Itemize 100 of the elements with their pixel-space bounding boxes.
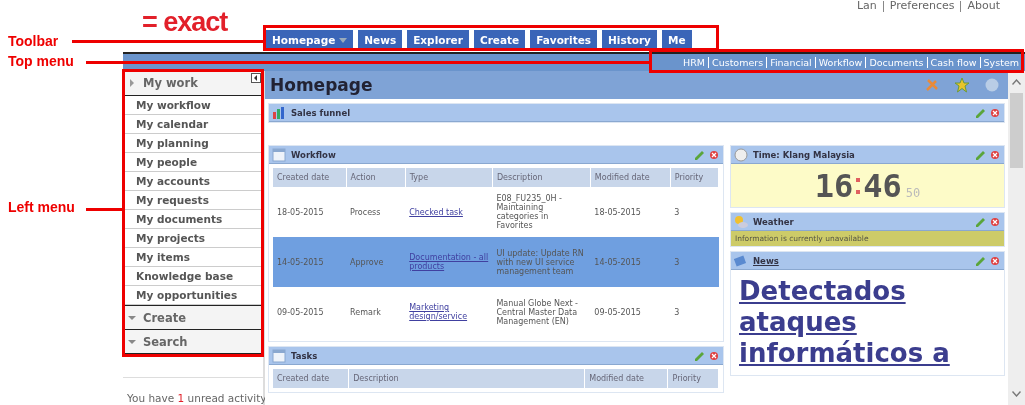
- widget-title: Time: Klang Malaysia: [753, 149, 855, 160]
- menu-item[interactable]: My requests: [123, 191, 263, 210]
- table-cell: E08_FU235_0H - Maintaining categories in Favorites: [492, 187, 591, 237]
- table-cell: 14-05-2015: [273, 237, 347, 287]
- toolbar-tab[interactable]: Create: [473, 30, 526, 50]
- top-menu-link[interactable]: Cash flow: [930, 57, 977, 68]
- collapse-icon[interactable]: [251, 73, 261, 83]
- news-headline-link[interactable]: Detectados ataques informáticos a: [731, 270, 1004, 375]
- top-menu-link[interactable]: Workflow: [818, 57, 863, 68]
- table-cell: 3: [670, 237, 719, 287]
- table-cell: Approve: [346, 237, 406, 287]
- menu-item[interactable]: My calendar: [123, 115, 263, 134]
- header-link[interactable]: Preferences: [889, 0, 955, 12]
- scrollbar-thumb[interactable]: [1010, 93, 1023, 168]
- table-cell: 3: [670, 187, 719, 237]
- column-header[interactable]: Priority: [667, 369, 719, 388]
- column-header[interactable]: Priority: [670, 168, 719, 187]
- pencil-icon[interactable]: [693, 148, 706, 161]
- menu-item[interactable]: My people: [123, 153, 263, 172]
- close-icon[interactable]: [990, 255, 1000, 266]
- top-menu-link[interactable]: System: [983, 57, 1019, 68]
- column-header[interactable]: Type: [405, 168, 493, 187]
- scroll-down-icon[interactable]: [1012, 391, 1021, 397]
- toolbar-tab[interactable]: Favorites: [530, 30, 598, 50]
- column-header[interactable]: Description: [492, 168, 591, 187]
- menu-item[interactable]: My workflow: [123, 96, 263, 115]
- toolbar-tab[interactable]: Explorer: [407, 30, 469, 50]
- leader-line: [86, 208, 123, 211]
- expanded-arrow-icon[interactable]: [128, 79, 136, 87]
- table-cell: 09-05-2015: [273, 287, 347, 337]
- menu-section-header[interactable]: Search: [123, 329, 263, 353]
- task-type-link[interactable]: Documentation - all products: [405, 237, 493, 287]
- menu-item[interactable]: My planning: [123, 134, 263, 153]
- top-menu-link[interactable]: Documents: [869, 57, 924, 68]
- clock-display: 16 46 50: [731, 164, 1004, 207]
- menu-item[interactable]: Knowledge base: [123, 267, 263, 286]
- table-cell: 14-05-2015: [590, 237, 671, 287]
- pencil-icon[interactable]: [974, 106, 987, 119]
- close-icon[interactable]: [709, 350, 719, 361]
- top-menu-link[interactable]: Customers: [712, 57, 764, 68]
- table-cell: 18-05-2015: [273, 187, 347, 237]
- widget-title: Weather: [753, 216, 794, 227]
- task-type-link[interactable]: Checked task: [405, 187, 493, 237]
- scroll-up-icon[interactable]: [1012, 79, 1021, 85]
- column-header[interactable]: Modified date: [590, 168, 671, 187]
- task-type-link[interactable]: Marketing design/service: [405, 287, 493, 337]
- sun-cloud-icon[interactable]: [734, 214, 748, 229]
- close-icon[interactable]: [990, 216, 1000, 227]
- widget-title[interactable]: News: [753, 255, 779, 266]
- table-cell: UI update: Update RN with new UI service management team: [492, 237, 591, 287]
- pencil-icon[interactable]: [974, 148, 987, 161]
- widget-title: Sales funnel: [291, 107, 351, 118]
- close-icon[interactable]: [990, 149, 1000, 160]
- toolbar-tab[interactable]: Homepage: [266, 30, 354, 50]
- menu-item[interactable]: My items: [123, 248, 263, 267]
- header-link[interactable]: About: [967, 0, 1000, 12]
- pencil-icon[interactable]: [974, 254, 987, 267]
- collapsed-arrow-icon[interactable]: [128, 313, 136, 322]
- top-menu-link[interactable]: HRM: [683, 57, 706, 68]
- callout-label: Left menu: [8, 199, 75, 215]
- collapsed-arrow-icon[interactable]: [128, 337, 136, 346]
- widget-title: Tasks: [291, 350, 318, 361]
- table-cell: Process: [346, 187, 406, 237]
- close-icon[interactable]: [990, 107, 1000, 118]
- page-title: Homepage: [270, 75, 373, 95]
- scrollbar[interactable]: [1008, 71, 1025, 405]
- callout-label: Top menu: [8, 53, 74, 69]
- star-icon[interactable]: [954, 77, 970, 93]
- top-menu-link[interactable]: Financial: [770, 57, 812, 68]
- toolbar-tab[interactable]: History: [602, 30, 657, 50]
- header-link[interactable]: Lan: [856, 0, 877, 12]
- chart-icon[interactable]: [272, 105, 286, 120]
- table-cell: 3: [670, 287, 719, 337]
- menu-section-header[interactable]: Create: [123, 305, 263, 329]
- toolbar-tab[interactable]: News: [358, 30, 403, 50]
- column-header[interactable]: Created date: [273, 369, 349, 388]
- column-header[interactable]: Action: [346, 168, 406, 187]
- window-icon[interactable]: [272, 147, 286, 162]
- column-header[interactable]: Modified date: [584, 369, 668, 388]
- caret-icon[interactable]: [339, 37, 348, 43]
- toolbar-tab[interactable]: Me: [661, 30, 692, 50]
- activity-notice: You have 1 unread activity: [123, 377, 263, 404]
- pencil-icon[interactable]: [974, 215, 987, 228]
- pencil-icon[interactable]: [693, 349, 706, 362]
- table-cell: 18-05-2015: [590, 187, 671, 237]
- table-row[interactable]: 14-05-2015 Approve Documentation - all products UI update: Update RN with new UI service management team 14-05-2015 3: [273, 237, 719, 287]
- close-icon[interactable]: [709, 149, 719, 160]
- callout-label: Toolbar: [8, 33, 59, 49]
- table-row[interactable]: 18-05-2015 Process Checked task E08_FU235_0H - Maintaining categories in Favorites 18-05-2015 3: [273, 187, 719, 237]
- table-cell: 09-05-2015: [590, 287, 671, 337]
- table-cell: Remark: [346, 287, 406, 337]
- column-header[interactable]: Description: [348, 369, 585, 388]
- menu-item[interactable]: My projects: [123, 229, 263, 248]
- window-icon[interactable]: [272, 348, 286, 363]
- column-header[interactable]: Created date: [273, 168, 347, 187]
- table-row[interactable]: 09-05-2015 Remark Marketing design/service Manual Globe Next - Central Master Data Management (EN) 09-05-2015 3: [273, 287, 719, 337]
- menu-item[interactable]: My documents: [123, 210, 263, 229]
- menu-item[interactable]: My accounts: [123, 172, 263, 191]
- table-cell: Manual Globe Next - Central Master Data Management (EN): [492, 287, 591, 337]
- widget-title: Workflow: [291, 149, 336, 160]
